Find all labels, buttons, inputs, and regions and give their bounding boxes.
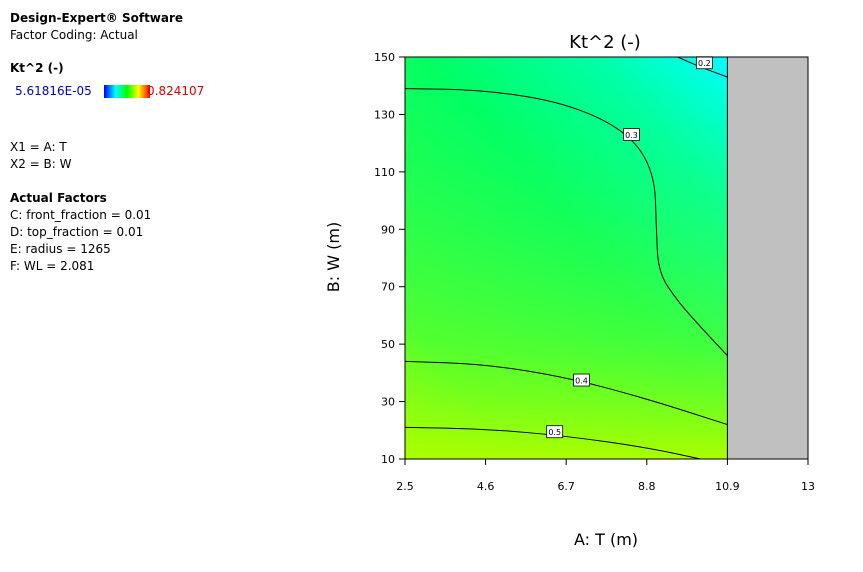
chart-title: Kt^2 (-) [569, 32, 641, 53]
contour-plot: Kt^2 (-) 0.2 0.3 0.4 0.5 2.5 4.6 6.7 8.8 10.9 13… [324, 32, 815, 549]
x-tick-label: 2.5 [396, 480, 414, 493]
y-tick-label: 30 [381, 396, 395, 409]
excluded-region [727, 57, 808, 459]
contour-label: 0.4 [575, 377, 588, 386]
y-tick-label: 150 [374, 51, 395, 64]
contour-fill-overlay [405, 57, 728, 459]
y-tick-label: 10 [381, 453, 395, 466]
x-tick-label: 6.7 [557, 480, 575, 493]
y-axis-label: B: W (m) [324, 222, 343, 292]
contour-label: 0.2 [698, 59, 711, 68]
x-axis-label: A: T (m) [574, 530, 638, 549]
y-tick-label: 50 [381, 338, 395, 351]
y-tick-label: 70 [381, 281, 395, 294]
y-tick-label: 110 [374, 166, 395, 179]
x-tick-label: 13 [801, 480, 815, 493]
x-tick-label: 10.9 [715, 480, 740, 493]
x-tick-label: 8.8 [638, 480, 656, 493]
x-tick-label: 4.6 [477, 480, 495, 493]
contour-label: 0.5 [548, 428, 561, 437]
contour-label: 0.3 [625, 131, 638, 140]
y-tick-label: 90 [381, 223, 395, 236]
y-tick-label: 130 [374, 108, 395, 121]
